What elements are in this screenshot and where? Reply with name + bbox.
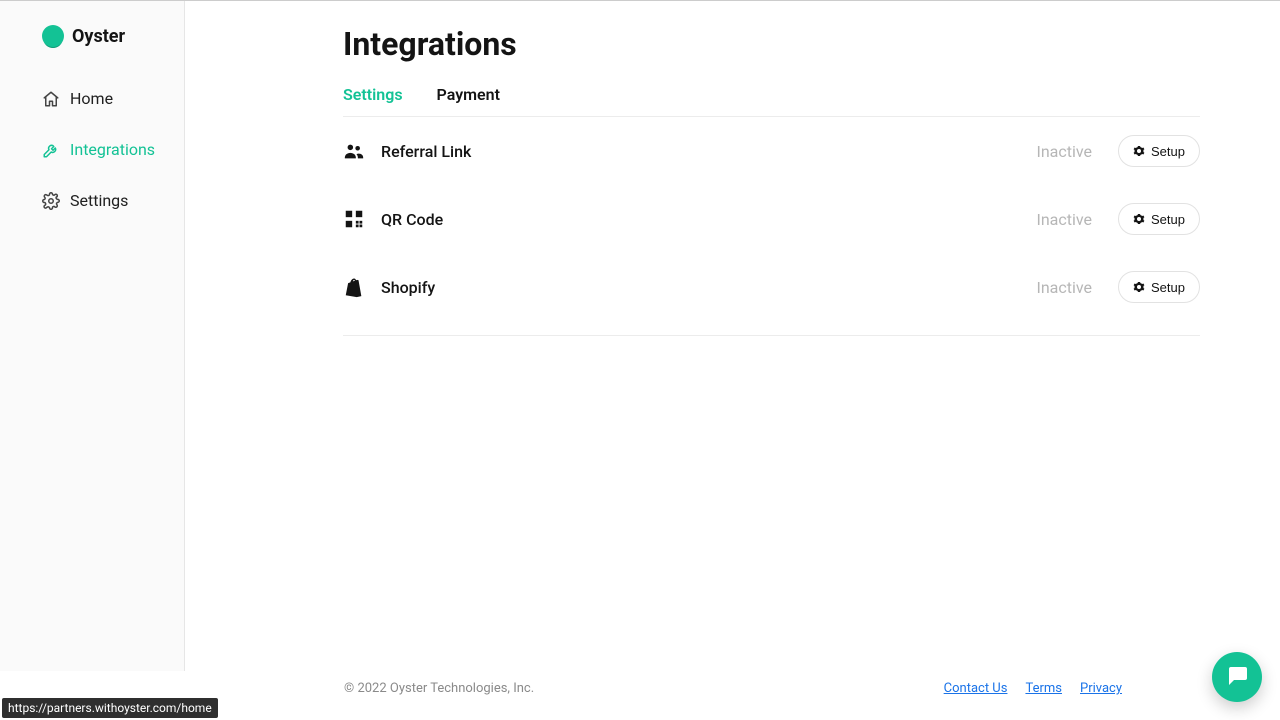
footer-link-contact[interactable]: Contact Us bbox=[944, 681, 1008, 696]
gear-icon bbox=[1133, 281, 1145, 293]
wrench-icon bbox=[42, 141, 60, 159]
integration-name: Shopify bbox=[381, 278, 1036, 297]
integration-row-referral-link: Referral Link Inactive Setup bbox=[343, 117, 1200, 185]
tab-settings[interactable]: Settings bbox=[343, 79, 403, 116]
setup-button[interactable]: Setup bbox=[1118, 271, 1200, 303]
sidebar-item-label: Home bbox=[70, 89, 113, 108]
qr-icon bbox=[343, 208, 365, 230]
sidebar-item-integrations[interactable]: Integrations bbox=[10, 126, 174, 173]
sidebar-item-label: Settings bbox=[70, 191, 128, 210]
setup-label: Setup bbox=[1151, 212, 1185, 227]
tab-label: Payment bbox=[437, 85, 500, 104]
setup-label: Setup bbox=[1151, 144, 1185, 159]
sidebar-item-label: Integrations bbox=[70, 140, 155, 159]
setup-button[interactable]: Setup bbox=[1118, 203, 1200, 235]
footer-link-terms[interactable]: Terms bbox=[1025, 681, 1062, 696]
main-content: Integrations Settings Payment Referral L… bbox=[185, 1, 1280, 671]
sidebar-nav: Home Integrations Settings bbox=[0, 75, 184, 224]
integration-row-qr-code: QR Code Inactive Setup bbox=[343, 185, 1200, 253]
integration-status: Inactive bbox=[1036, 278, 1092, 297]
integration-name: QR Code bbox=[381, 210, 1036, 229]
home-icon bbox=[42, 90, 60, 108]
integration-status: Inactive bbox=[1036, 210, 1092, 229]
brand-logo-icon bbox=[42, 25, 64, 47]
integration-name: Referral Link bbox=[381, 142, 1036, 161]
setup-button[interactable]: Setup bbox=[1118, 135, 1200, 167]
brand[interactable]: Oyster bbox=[0, 25, 184, 75]
shopify-icon bbox=[343, 276, 365, 298]
page-title: Integrations bbox=[343, 25, 1200, 63]
brand-name: Oyster bbox=[72, 26, 125, 47]
tab-payment[interactable]: Payment bbox=[437, 79, 500, 116]
browser-url-hint: https://partners.withoyster.com/home bbox=[2, 698, 218, 718]
setup-label: Setup bbox=[1151, 280, 1185, 295]
integration-status: Inactive bbox=[1036, 142, 1092, 161]
footer-link-privacy[interactable]: Privacy bbox=[1080, 681, 1122, 696]
tabs: Settings Payment bbox=[343, 79, 1200, 117]
gear-icon bbox=[42, 192, 60, 210]
chat-launcher[interactable] bbox=[1212, 652, 1262, 702]
footer-links: Contact Us Terms Privacy bbox=[944, 681, 1122, 696]
tab-label: Settings bbox=[343, 85, 403, 104]
sidebar-item-settings[interactable]: Settings bbox=[10, 177, 174, 224]
sidebar: Oyster Home Integrations Settings bbox=[0, 1, 185, 671]
gear-icon bbox=[1133, 145, 1145, 157]
gear-icon bbox=[1133, 213, 1145, 225]
integration-row-shopify: Shopify Inactive Setup bbox=[343, 253, 1200, 321]
integration-list: Referral Link Inactive Setup QR Code Ina… bbox=[343, 117, 1200, 336]
people-icon bbox=[343, 140, 365, 162]
chat-icon bbox=[1225, 663, 1249, 691]
footer-copyright: © 2022 Oyster Technologies, Inc. bbox=[344, 681, 534, 696]
sidebar-item-home[interactable]: Home bbox=[10, 75, 174, 122]
